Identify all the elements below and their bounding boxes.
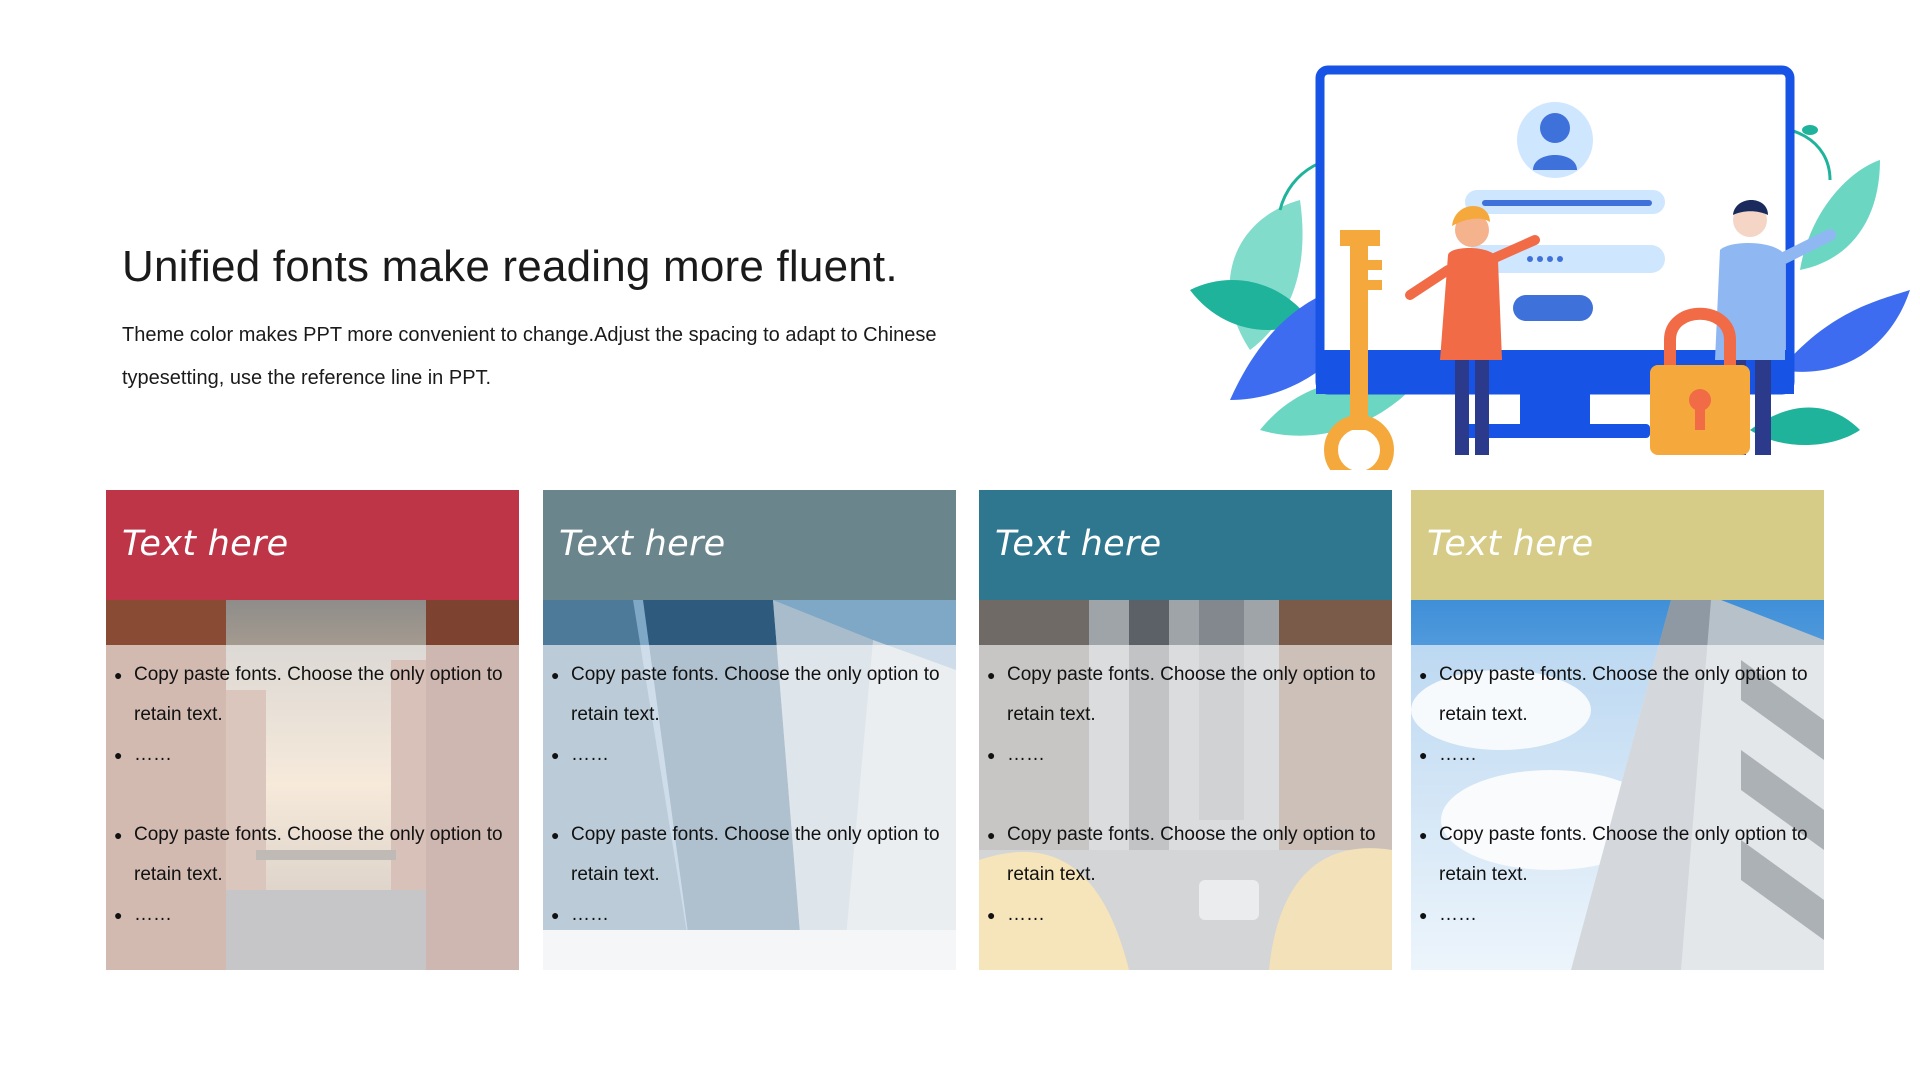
bullet-text: …… <box>1007 904 1045 925</box>
bullet-item: ●…… <box>551 904 609 925</box>
bullet-item: ● Copy paste fonts. Choose the only optio… <box>114 824 503 885</box>
slide-title: Unified fonts make reading more fluent. <box>122 242 898 291</box>
bullet-item: ●…… <box>114 904 172 925</box>
bullet-item: ● Copy paste fonts. Choose the only optio… <box>551 824 940 885</box>
card-body: ● Copy paste fonts. Choose the only optio… <box>106 645 519 970</box>
bullet-text: …… <box>571 904 609 925</box>
card-grid: Text here ● Copy paste fonts. Choose the… <box>106 490 1824 970</box>
card-title: Text here <box>995 524 1162 564</box>
bullet-text: Copy paste fonts. Choose the only option… <box>134 664 503 725</box>
bullet-item: ● Copy paste fonts. Choose the only optio… <box>1419 824 1808 885</box>
bullet-item: ●…… <box>987 744 1045 765</box>
info-card: Text here ● Copy paste fonts. Choose the … <box>979 490 1392 970</box>
card-body: ● Copy paste fonts. Choose the only optio… <box>1411 645 1824 970</box>
card-header: Text here <box>543 490 956 600</box>
bullet-text: Copy paste fonts. Choose the only option… <box>571 664 940 725</box>
bullet-item: ●…… <box>1419 744 1477 765</box>
card-header: Text here <box>106 490 519 600</box>
bullet-text: …… <box>1439 744 1477 765</box>
bullet-item: ● Copy paste fonts. Choose the only optio… <box>987 664 1376 725</box>
bullet-text: Copy paste fonts. Choose the only option… <box>134 824 503 885</box>
card-header: Text here <box>1411 490 1824 600</box>
card-body: ● Copy paste fonts. Choose the only optio… <box>979 645 1392 970</box>
bullet-item: ●…… <box>1419 904 1477 925</box>
bullet-item: ● Copy paste fonts. Choose the only optio… <box>551 664 940 725</box>
bullet-item: ●…… <box>987 904 1045 925</box>
info-card: Text here ● Copy paste fonts. Choose the … <box>543 490 956 970</box>
bullet-text: Copy paste fonts. Choose the only option… <box>1007 824 1376 885</box>
bullet-text: …… <box>1439 904 1477 925</box>
card-header: Text here <box>979 490 1392 600</box>
info-card: Text here ● Copy paste fonts. Choose the… <box>1411 490 1824 970</box>
user-avatar-icon <box>1517 102 1593 178</box>
bullet-text: …… <box>571 744 609 765</box>
bullet-text: Copy paste fonts. Choose the only option… <box>571 824 940 885</box>
slide-subtitle: Theme color makes PPT more convenient to… <box>122 324 937 389</box>
bullet-text: …… <box>134 904 172 925</box>
card-title: Text here <box>559 524 726 564</box>
bullet-item: ●…… <box>114 744 172 765</box>
card-body: ● Copy paste fonts. Choose the only optio… <box>543 645 956 970</box>
bullet-text: …… <box>1007 744 1045 765</box>
bullet-item: ● Copy paste fonts. Choose the only optio… <box>1419 664 1808 725</box>
bullet-item: ●…… <box>551 744 609 765</box>
info-card: Text here ● Copy paste fonts. Choose the… <box>106 490 519 970</box>
card-title: Text here <box>122 524 289 564</box>
bullet-text: Copy paste fonts. Choose the only option… <box>1007 664 1376 725</box>
bullet-text: Copy paste fonts. Choose the only option… <box>1439 824 1808 885</box>
login-security-illustration <box>1190 65 1910 470</box>
bullet-item: ● Copy paste fonts. Choose the only optio… <box>114 664 503 725</box>
card-title: Text here <box>1427 524 1594 564</box>
bullet-item: ● Copy paste fonts. Choose the only optio… <box>987 824 1376 885</box>
bullet-text: Copy paste fonts. Choose the only option… <box>1439 664 1808 725</box>
slide: Unified fonts make reading more fluent. … <box>0 0 1920 1080</box>
bullet-text: …… <box>134 744 172 765</box>
